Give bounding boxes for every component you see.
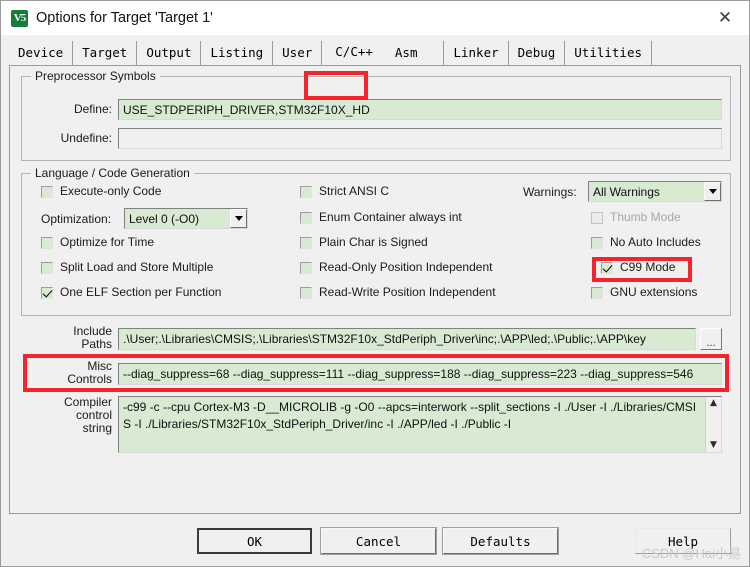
compiler-control-string-label: Compiler control string <box>36 396 112 435</box>
include-paths-browse-button[interactable]: ... <box>700 328 722 350</box>
chevron-down-icon[interactable] <box>704 182 721 201</box>
checkbox-split-load-and-store-multiple[interactable]: Split Load and Store Multiple <box>41 261 213 274</box>
cancel-button[interactable]: Cancel <box>320 527 437 555</box>
checkbox-label: C99 Mode <box>620 260 676 274</box>
checkbox-label: No Auto Includes <box>610 235 701 249</box>
keil-uvision-icon: V5 <box>11 9 28 27</box>
misc-controls-input[interactable]: --diag_suppress=68 --diag_suppress=111 -… <box>118 363 722 385</box>
warnings-value: All Warnings <box>593 184 660 199</box>
ok-button[interactable]: OK <box>197 528 312 554</box>
checkbox-label: One ELF Section per Function <box>60 285 222 299</box>
warnings-select[interactable]: All Warnings <box>588 181 722 202</box>
checkbox-execute-only-code[interactable]: Execute-only Code <box>41 185 161 198</box>
title-bar: V5 Options for Target 'Target 1' ✕ <box>1 1 749 35</box>
misc-controls-label-line1: Misc <box>87 359 112 373</box>
tab-target[interactable]: Target <box>73 41 138 65</box>
misc-controls-label-line2: Controls <box>67 372 112 386</box>
app-icon-glyph: V5 <box>13 11 26 24</box>
tab-c-cpp[interactable]: C/C++ <box>322 40 386 65</box>
checkbox-box <box>601 261 613 274</box>
define-input[interactable]: USE_STDPERIPH_DRIVER,STM32F10X_HD <box>118 99 722 120</box>
scroll-down-icon[interactable]: ▼ <box>710 441 717 450</box>
checkbox-box <box>300 211 312 224</box>
checkbox-label: Thumb Mode <box>610 210 681 224</box>
tab-utilities[interactable]: Utilities <box>565 41 653 65</box>
checkbox-box <box>41 261 53 274</box>
checkbox-label: Strict ANSI C <box>319 184 390 198</box>
checkbox-box <box>300 185 312 198</box>
checkbox-enum-container-always-int[interactable]: Enum Container always int <box>300 211 462 224</box>
checkbox-label: Plain Char is Signed <box>319 235 428 249</box>
optimization-value: Level 0 (-O0) <box>129 211 200 226</box>
tab-listing[interactable]: Listing <box>201 41 274 65</box>
tab-device[interactable]: Device <box>9 41 74 65</box>
checkbox-one-elf-section-per-function[interactable]: One ELF Section per Function <box>41 286 221 299</box>
chevron-down-icon[interactable] <box>230 209 247 228</box>
checkbox-label: Optimize for Time <box>60 235 155 249</box>
checkbox-box <box>591 211 603 224</box>
checkbox-label: Enum Container always int <box>319 210 462 224</box>
checkbox-box <box>591 286 603 299</box>
misc-controls-label: Misc Controls <box>46 360 112 386</box>
checkbox-gnu-extensions[interactable]: GNU extensions <box>591 286 697 299</box>
compiler-label-line2: control <box>75 408 112 422</box>
tab-linker[interactable]: Linker <box>444 41 509 65</box>
dialog-footer: OK Cancel Defaults Help <box>1 514 749 566</box>
defaults-button[interactable]: Defaults <box>442 527 559 555</box>
options-dialog: V5 Options for Target 'Target 1' ✕ Devic… <box>0 0 750 567</box>
checkbox-label: Read-Write Position Independent <box>319 285 496 299</box>
checkbox-box <box>41 286 53 299</box>
compiler-label-line1: Compiler <box>63 395 112 409</box>
compiler-control-string-scrollbar[interactable]: ▲ ▼ <box>705 397 721 452</box>
checkbox-strict-ansi-c[interactable]: Strict ANSI C <box>300 185 389 198</box>
checkbox-read-only-position-independent[interactable]: Read-Only Position Independent <box>300 261 492 274</box>
undefine-input[interactable] <box>118 128 722 149</box>
checkbox-read-write-position-independent[interactable]: Read-Write Position Independent <box>300 286 496 299</box>
c-cpp-panel: Preprocessor Symbols Define: USE_STDPERI… <box>9 65 741 514</box>
tab-strip: Device Target Output Listing User C/C++ … <box>1 35 749 100</box>
scroll-up-icon[interactable]: ▲ <box>710 399 717 408</box>
checkbox-label: Read-Only Position Independent <box>319 260 493 274</box>
checkbox-c99-mode[interactable]: C99 Mode <box>601 261 675 274</box>
help-button[interactable]: Help <box>635 528 731 554</box>
undefine-label: Undefine: <box>60 131 112 145</box>
checkbox-box <box>300 261 312 274</box>
checkbox-box <box>300 236 312 249</box>
checkbox-box <box>41 236 53 249</box>
optimization-select[interactable]: Level 0 (-O0) <box>124 208 248 229</box>
compiler-label-line3: string <box>82 421 112 435</box>
include-paths-input[interactable]: .\User;.\Libraries\CMSIS;.\Libraries\STM… <box>118 328 696 350</box>
checkbox-box <box>300 286 312 299</box>
checkbox-label: Execute-only Code <box>60 184 162 198</box>
compiler-control-string-value[interactable]: -c99 -c --cpu Cortex-M3 -D__MICROLIB -g … <box>119 397 705 452</box>
checkbox-plain-char-is-signed[interactable]: Plain Char is Signed <box>300 236 428 249</box>
tab-user[interactable]: User <box>273 41 323 65</box>
checkbox-optimize-for-time[interactable]: Optimize for Time <box>41 236 154 249</box>
include-paths-label-line2: Paths <box>81 337 112 351</box>
window-title: Options for Target 'Target 1' <box>36 10 213 26</box>
language-legend: Language / Code Generation <box>31 166 194 180</box>
checkbox-no-auto-includes[interactable]: No Auto Includes <box>591 236 701 249</box>
preprocessor-legend: Preprocessor Symbols <box>31 69 160 83</box>
tab-output[interactable]: Output <box>137 41 202 65</box>
checkbox-box <box>591 236 603 249</box>
checkbox-box <box>41 185 53 198</box>
tab-asm[interactable]: Asm <box>385 41 445 65</box>
tab-debug[interactable]: Debug <box>508 41 566 65</box>
optimization-label: Optimization: <box>41 212 112 226</box>
include-paths-label: Include Paths <box>46 325 112 351</box>
checkbox-label: Split Load and Store Multiple <box>60 260 214 274</box>
checkbox-label: GNU extensions <box>610 285 698 299</box>
compiler-control-string-box[interactable]: -c99 -c --cpu Cortex-M3 -D__MICROLIB -g … <box>118 396 722 453</box>
define-label: Define: <box>73 102 112 116</box>
warnings-label: Warnings: <box>523 185 577 199</box>
include-paths-label-line1: Include <box>73 324 112 338</box>
checkbox-thumb-mode: Thumb Mode <box>591 211 681 224</box>
close-icon[interactable]: ✕ <box>707 3 743 33</box>
